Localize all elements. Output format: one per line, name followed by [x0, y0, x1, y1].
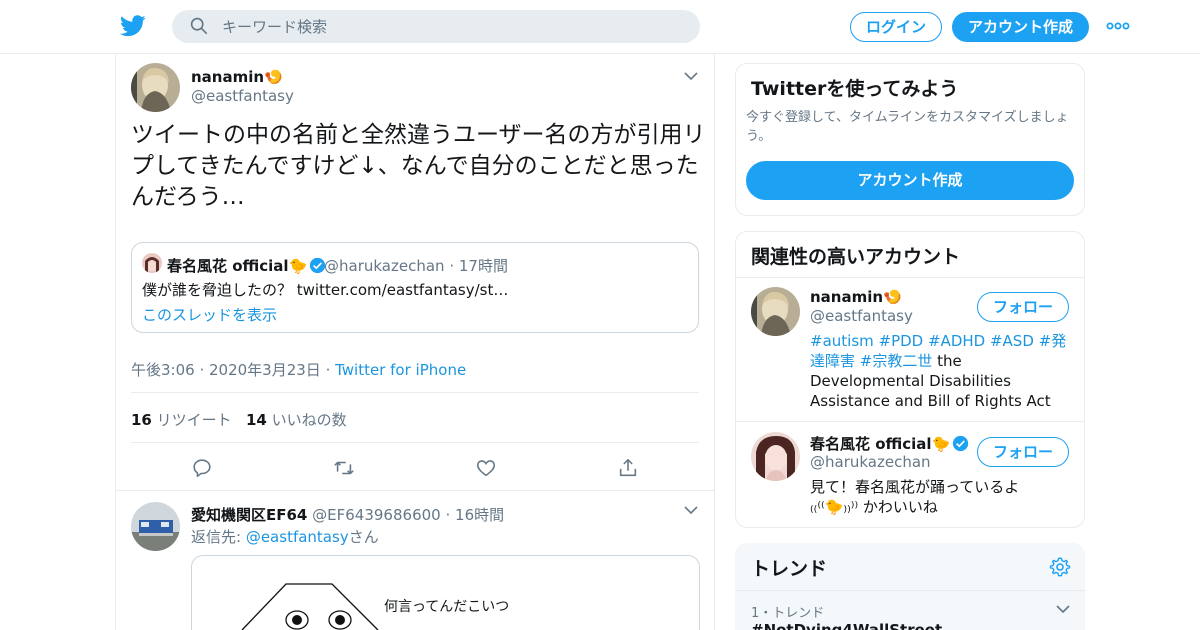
trend-name[interactable]: #NotDying4WallStreet	[751, 621, 942, 630]
search-icon	[190, 17, 208, 35]
quoted-name-text: 春名風花 official	[167, 257, 289, 275]
show-thread-link[interactable]: このスレッドを表示	[142, 304, 277, 325]
top-bar: ログイン アカウント作成	[0, 0, 1200, 54]
ascii-face-image	[241, 583, 379, 630]
reply-to-prefix: 返信先:	[191, 528, 246, 546]
trends-card: トレンド 1・トレンド #NotDying4WallStreet	[735, 543, 1086, 630]
quoted-text: 僕が誰を脅迫したの？ twitter.com/eastfantasy/st…	[142, 281, 509, 299]
related-account-bio: 見て！春名風花が踊っているよ ₍₍⁽⁽🐤₎₎⁾⁾ かわいいね	[810, 478, 1020, 516]
reply-attached-image[interactable]: 何言ってんだこいつ	[191, 555, 700, 630]
login-button[interactable]: ログイン	[850, 12, 942, 42]
related-account-bio: #autism #PDD #ADHD #ASD #発達障害 #宗教二世 the …	[810, 331, 1072, 411]
follow-button[interactable]: フォロー	[977, 437, 1069, 467]
chevron-down-icon[interactable]	[684, 71, 698, 81]
divider	[736, 421, 1084, 422]
tweet-column: nanamin🍤 @eastfantasy ツイートの中の名前と全然違うユーザー…	[115, 54, 715, 630]
tweet-source-link[interactable]: Twitter for iPhone	[335, 361, 466, 379]
tweet-author-name[interactable]: nanamin🍤	[191, 68, 283, 86]
avatar[interactable]	[131, 63, 180, 112]
related-name-emoji: 🐤	[931, 435, 951, 453]
tweet-timestamp: 午後3:06 · 2020年3月23日 · Twitter for iPhone	[131, 361, 467, 379]
like-count[interactable]: 14 いいねの数	[246, 409, 347, 430]
related-account-handle[interactable]: @harukazechan	[810, 453, 931, 471]
quoted-tweet[interactable]: 春名風花 official🐤 @harukazechan · 17時間 僕が誰を…	[131, 242, 699, 333]
author-emoji: 🍤	[264, 68, 283, 86]
verified-badge-icon	[953, 435, 969, 452]
quoted-time: 17時間	[458, 257, 508, 275]
reply-icon[interactable]	[191, 457, 213, 479]
reply-author[interactable]: 愛知機関区EF64 @EF6439686600 · 16時間	[191, 504, 504, 525]
related-name-emoji: 🍤	[883, 288, 902, 306]
divider	[736, 590, 1086, 591]
image-caption-text: 何言ってんだこいつ	[384, 599, 510, 615]
trend-meta: 1・トレンド	[751, 606, 825, 621]
reply-to-line: 返信先: @eastfantasyさん	[191, 526, 379, 547]
related-accounts-card: 関連性の高いアカウント nanamin🍤 @eastfantasy フォロー #…	[735, 231, 1085, 528]
avatar[interactable]	[131, 502, 180, 551]
retweet-count[interactable]: 16 リツイート	[131, 409, 232, 430]
avatar[interactable]	[751, 287, 800, 336]
search-input[interactable]	[222, 10, 682, 43]
related-name-text: 春名風花 official	[810, 435, 932, 453]
related-account-name[interactable]: 春名風花 official🐤	[810, 433, 969, 454]
avatar[interactable]	[751, 432, 800, 481]
timestamp-text[interactable]: 午後3:06 · 2020年3月23日	[131, 361, 321, 379]
reply-to-suffix: さん	[348, 528, 379, 546]
like-heart-icon[interactable]	[475, 457, 497, 479]
signup-button[interactable]: アカウント作成	[952, 12, 1089, 42]
trends-title: トレンド	[751, 558, 828, 580]
author-name-text: nanamin	[191, 68, 265, 86]
reply-time: 16時間	[455, 506, 505, 524]
twitter-bird-icon[interactable]	[120, 14, 146, 38]
like-count-value: 14	[246, 411, 267, 429]
retweet-count-value: 16	[131, 411, 152, 429]
more-dots-icon[interactable]	[1106, 19, 1130, 33]
tweet-author-handle[interactable]: @eastfantasy	[191, 87, 294, 105]
gear-icon[interactable]	[1049, 556, 1071, 578]
related-accounts-title: 関連性の高いアカウント	[751, 246, 961, 268]
quoted-author-name: 春名風花 official🐤	[167, 255, 326, 276]
tweet-actions	[116, 444, 714, 491]
quoted-name-emoji: 🐤	[288, 257, 308, 275]
signup-card: Twitterを使ってみよう 今すぐ登録して、タイムラインをカスタマイズしましょ…	[735, 63, 1085, 216]
quoted-handle: @harukazechan	[324, 257, 445, 275]
retweet-icon[interactable]	[333, 457, 355, 479]
signup-card-button[interactable]: アカウント作成	[746, 161, 1074, 200]
reply-to-mention[interactable]: @eastfantasy	[246, 528, 349, 546]
signup-card-title: Twitterを使ってみよう	[751, 78, 959, 100]
avatar	[142, 253, 162, 273]
share-icon[interactable]	[617, 457, 639, 479]
tweet-stats: 16 リツイート 14 いいねの数	[131, 392, 699, 443]
like-count-label: いいねの数	[271, 411, 347, 429]
chevron-down-icon[interactable]	[1056, 604, 1070, 614]
related-name-text: nanamin	[810, 288, 884, 306]
follow-button[interactable]: フォロー	[977, 292, 1069, 322]
divider	[736, 277, 1084, 278]
related-account-name[interactable]: nanamin🍤	[810, 288, 902, 306]
related-account-handle[interactable]: @eastfantasy	[810, 307, 913, 325]
chevron-down-icon[interactable]	[684, 505, 698, 515]
signup-card-description: 今すぐ登録して、タイムラインをカスタマイズしましょう。	[746, 110, 1069, 144]
retweet-count-label: リツイート	[156, 411, 232, 429]
reply-author-handle: @EF6439686600	[312, 506, 441, 524]
quoted-meta: @harukazechan · 17時間	[324, 257, 508, 275]
search-box[interactable]	[172, 10, 700, 43]
tweet-text: ツイートの中の名前と全然違うユーザー名の方が引用リプしてきたんですけど↓、なんで…	[131, 122, 706, 210]
reply-author-name: 愛知機関区EF64	[191, 506, 308, 524]
